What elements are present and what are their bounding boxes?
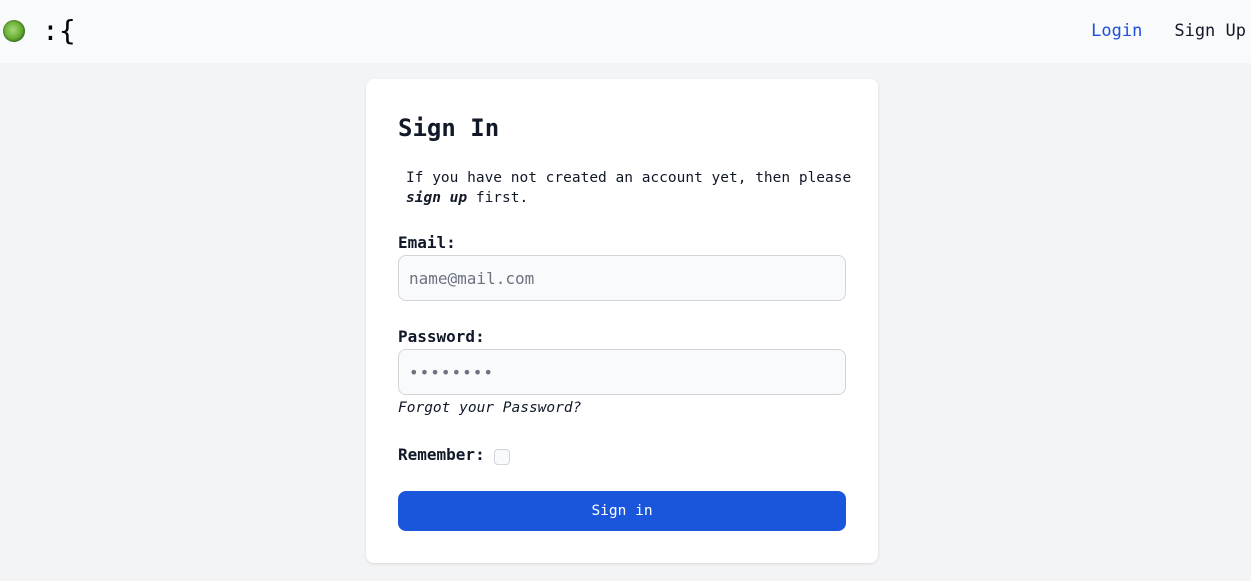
nav-login-link[interactable]: Login	[1091, 20, 1142, 42]
page-title: Sign In	[398, 114, 500, 142]
signin-card: Sign In If you have not created an accou…	[366, 79, 878, 563]
logo-icon[interactable]	[3, 20, 25, 42]
intro-text-before: If you have not created an account yet, …	[406, 170, 852, 186]
signup-hint-text: If you have not created an account yet, …	[406, 168, 856, 208]
remember-label: Remember:	[398, 445, 485, 464]
forgot-password-link[interactable]: Forgot your Password?	[398, 398, 581, 418]
signup-emphasis: sign up	[406, 190, 468, 206]
nav-links: Login Sign Up	[1091, 20, 1246, 42]
intro-text-after: first.	[467, 190, 529, 206]
password-field[interactable]	[398, 349, 846, 395]
brand-text[interactable]: :{	[42, 14, 76, 48]
remember-checkbox[interactable]	[494, 449, 510, 465]
signin-button[interactable]: Sign in	[398, 491, 846, 531]
email-field[interactable]	[398, 255, 846, 301]
top-navbar: :{ Login Sign Up	[0, 0, 1251, 63]
nav-signup-link[interactable]: Sign Up	[1174, 20, 1246, 42]
email-label: Email:	[398, 233, 456, 252]
password-label: Password:	[398, 327, 485, 346]
